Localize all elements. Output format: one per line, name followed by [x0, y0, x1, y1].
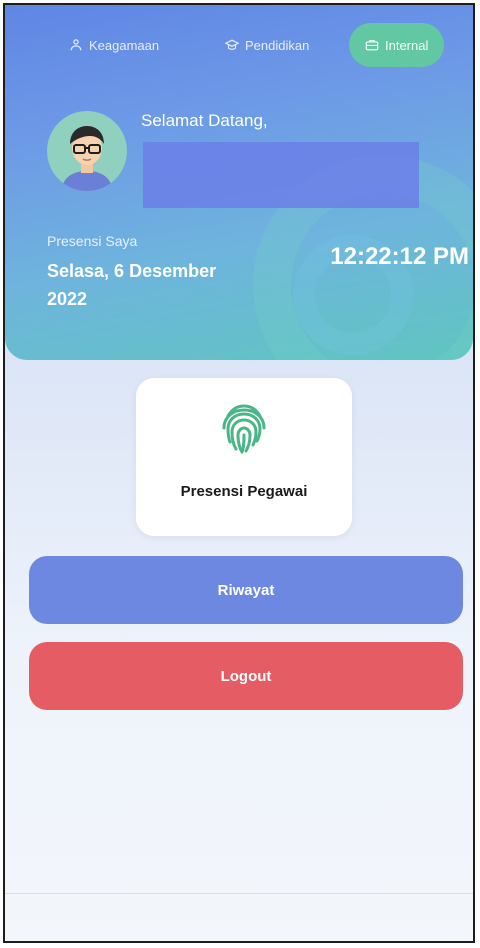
- presence-label: Presensi Saya: [47, 233, 138, 249]
- bottom-divider: [5, 893, 473, 894]
- graduation-cap-icon: [225, 39, 239, 50]
- avatar: [47, 111, 127, 191]
- app-frame: Keagamaan Pendidikan Internal Selamat Da…: [3, 3, 475, 943]
- top-nav: Keagamaan Pendidikan Internal: [5, 23, 473, 67]
- presence-date: Selasa, 6 Desember 2022: [47, 261, 217, 309]
- logout-button[interactable]: Logout: [29, 642, 463, 710]
- welcome-text: Selamat Datang,: [141, 111, 268, 130]
- briefcase-icon: [365, 40, 379, 51]
- employee-attendance-label: Presensi Pegawai: [180, 483, 308, 500]
- header-panel: Keagamaan Pendidikan Internal Selamat Da…: [5, 5, 473, 360]
- history-button[interactable]: Riwayat: [29, 556, 463, 624]
- tab-internal[interactable]: Internal: [349, 23, 445, 67]
- user-avatar-icon: [61, 126, 113, 191]
- fingerprint-icon: [222, 404, 266, 454]
- tab-internal-label: Internal: [385, 37, 429, 53]
- employee-attendance-card[interactable]: Presensi Pegawai: [136, 378, 352, 536]
- current-time: 12:22:12 PM: [330, 243, 469, 270]
- users-icon: [70, 39, 82, 51]
- tab-pendidikan[interactable]: Pendidikan: [225, 23, 309, 67]
- tab-pendidikan-label: Pendidikan: [245, 37, 310, 53]
- user-name-redacted: [143, 142, 419, 208]
- tab-keagamaan-label: Keagamaan: [89, 37, 160, 53]
- tab-keagamaan[interactable]: Keagamaan: [69, 23, 159, 67]
